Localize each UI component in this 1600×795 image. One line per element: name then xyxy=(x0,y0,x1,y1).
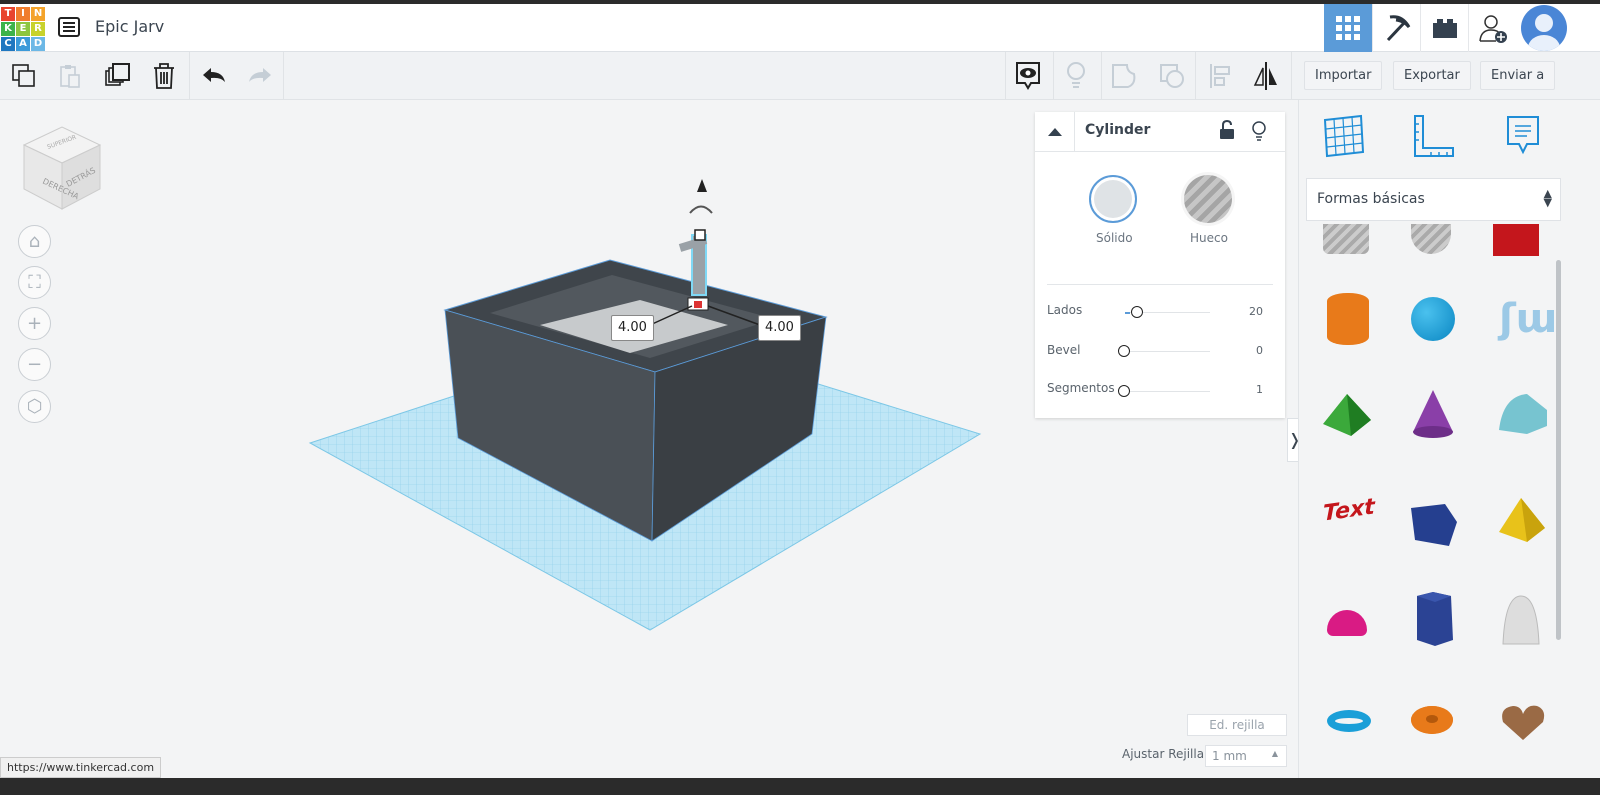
shape-inspector: Cylinder Sólido Hueco Lados 20 Bevel 0 S… xyxy=(1035,112,1285,418)
copy-button[interactable] xyxy=(8,60,40,92)
param-value[interactable]: 1 xyxy=(1256,383,1263,396)
shape-cylinder-hole[interactable] xyxy=(1411,224,1451,254)
segments-slider-handle[interactable] xyxy=(1118,385,1130,397)
hole-label: Hueco xyxy=(1190,231,1228,245)
lightbulb-icon[interactable] xyxy=(1060,60,1092,92)
send-to-button[interactable]: Enviar a xyxy=(1480,61,1556,90)
bevel-slider-handle[interactable] xyxy=(1118,345,1130,357)
rotate-icon xyxy=(689,205,713,214)
shape-box[interactable] xyxy=(1493,224,1539,256)
avatar[interactable] xyxy=(1521,5,1567,51)
sides-slider-handle[interactable] xyxy=(1131,306,1143,318)
snap-grid-select[interactable]: 1 mm ▲ xyxy=(1205,745,1287,767)
zoom-out-button[interactable]: − xyxy=(18,348,51,381)
dimension-y-label[interactable]: 4.00 xyxy=(758,315,801,341)
design-title[interactable]: Epic Jarv xyxy=(95,17,164,36)
design-menu-icon[interactable] xyxy=(58,17,80,37)
home-view-button[interactable]: ⌂ xyxy=(18,225,51,258)
ungroup-icon[interactable] xyxy=(1156,60,1188,92)
zoom-in-button[interactable]: + xyxy=(18,307,51,340)
bevel-slider[interactable] xyxy=(1125,351,1210,352)
logo-letter: R xyxy=(31,22,45,36)
dimension-x-label[interactable]: 4.00 xyxy=(611,315,654,341)
shapes-panel: Formas básicas ▲ ▼ ʃɯ Text xyxy=(1298,100,1566,778)
tinkercad-logo[interactable]: T I N K E R C A D xyxy=(1,7,45,51)
logo-letter: D xyxy=(31,37,45,51)
shape-paraboloid[interactable] xyxy=(1499,594,1543,648)
edit-grid-button[interactable]: Ed. rejilla xyxy=(1187,714,1287,736)
collapse-inspector-button[interactable] xyxy=(1035,112,1075,152)
snap-grid-label: Ajustar Rejilla xyxy=(1122,747,1205,761)
paste-button[interactable] xyxy=(54,60,86,92)
hole-option[interactable] xyxy=(1184,175,1232,223)
logo-letter: N xyxy=(31,7,45,21)
shape-sphere[interactable] xyxy=(1411,297,1455,341)
logo-letter: K xyxy=(1,22,15,36)
3d-design-grid-icon[interactable] xyxy=(1324,4,1372,52)
shapes-scrollbar[interactable] xyxy=(1556,260,1561,640)
param-value[interactable]: 20 xyxy=(1249,305,1263,318)
caret-up-icon: ▲ xyxy=(1271,749,1278,758)
shape-category-value: Formas básicas xyxy=(1317,191,1425,207)
delete-button[interactable] xyxy=(148,60,180,92)
export-button[interactable]: Exportar xyxy=(1393,61,1471,90)
mirror-icon[interactable] xyxy=(1250,60,1282,92)
shape-category-select[interactable]: Formas básicas ▲ ▼ xyxy=(1306,178,1561,221)
shape-text[interactable]: Text xyxy=(1323,494,1375,531)
view-cube[interactable]: DERECHA DETRÁS SUPERIOR xyxy=(22,125,102,210)
param-label: Bevel xyxy=(1047,343,1081,357)
solid-option[interactable] xyxy=(1089,175,1137,223)
align-icon[interactable] xyxy=(1204,60,1236,92)
height-arrow-icon xyxy=(697,179,707,192)
shape-cone[interactable] xyxy=(1411,388,1455,440)
shape-roof[interactable] xyxy=(1321,390,1373,438)
add-user-icon[interactable] xyxy=(1468,4,1516,52)
param-label: Lados xyxy=(1047,303,1083,317)
logo-letter: E xyxy=(16,22,30,36)
shape-polygon[interactable] xyxy=(1409,500,1461,548)
shape-hexagonal-prism[interactable] xyxy=(1411,590,1457,648)
pickaxe-icon[interactable] xyxy=(1372,4,1420,52)
perspective-button[interactable]: ⬡ xyxy=(18,390,51,423)
param-value[interactable]: 0 xyxy=(1256,344,1263,357)
logo-letter: T xyxy=(1,7,15,21)
param-label: Segmentos xyxy=(1047,381,1115,395)
window-bottom-strip xyxy=(0,778,1600,795)
shape-tube[interactable] xyxy=(1411,706,1453,734)
logo-letter: C xyxy=(1,37,15,51)
segments-slider[interactable] xyxy=(1125,391,1210,392)
undo-button[interactable] xyxy=(198,60,230,92)
group-icon[interactable] xyxy=(1108,60,1140,92)
shape-cylinder[interactable] xyxy=(1327,293,1369,345)
shape-scribble[interactable]: ʃɯ xyxy=(1499,298,1557,340)
header: T I N K E R C A D Epic Jarv xyxy=(0,4,1600,52)
logo-letter: A xyxy=(16,37,30,51)
workplane-icon[interactable] xyxy=(1321,114,1365,162)
toolbar: Importar Exportar Enviar a xyxy=(0,52,1600,100)
import-button[interactable]: Importar xyxy=(1304,61,1383,90)
solid-label: Sólido xyxy=(1096,231,1133,245)
fit-view-button[interactable]: ⛶ xyxy=(18,266,51,299)
shape-round-roof[interactable] xyxy=(1497,390,1549,436)
logo-letter: I xyxy=(16,7,30,21)
shape-torus[interactable] xyxy=(1327,710,1371,732)
notes-icon[interactable] xyxy=(1505,114,1541,162)
select-arrows-icon: ▲ ▼ xyxy=(1543,187,1552,209)
snap-grid-value: 1 mm xyxy=(1212,749,1247,763)
shape-box-hole[interactable] xyxy=(1323,224,1369,254)
status-url: https://www.tinkercad.com xyxy=(0,757,162,778)
brick-icon[interactable] xyxy=(1420,4,1468,52)
lock-icon[interactable] xyxy=(1219,119,1235,144)
lightbulb-icon[interactable] xyxy=(1251,120,1267,146)
redo-button[interactable] xyxy=(244,60,276,92)
shape-heart[interactable] xyxy=(1499,702,1547,742)
shape-name: Cylinder xyxy=(1085,122,1151,138)
shape-half-sphere[interactable] xyxy=(1327,610,1367,636)
duplicate-button[interactable] xyxy=(102,60,134,92)
ruler-icon[interactable] xyxy=(1411,114,1455,162)
shape-pyramid[interactable] xyxy=(1497,496,1547,546)
show-hide-eye-icon[interactable] xyxy=(1012,60,1044,92)
